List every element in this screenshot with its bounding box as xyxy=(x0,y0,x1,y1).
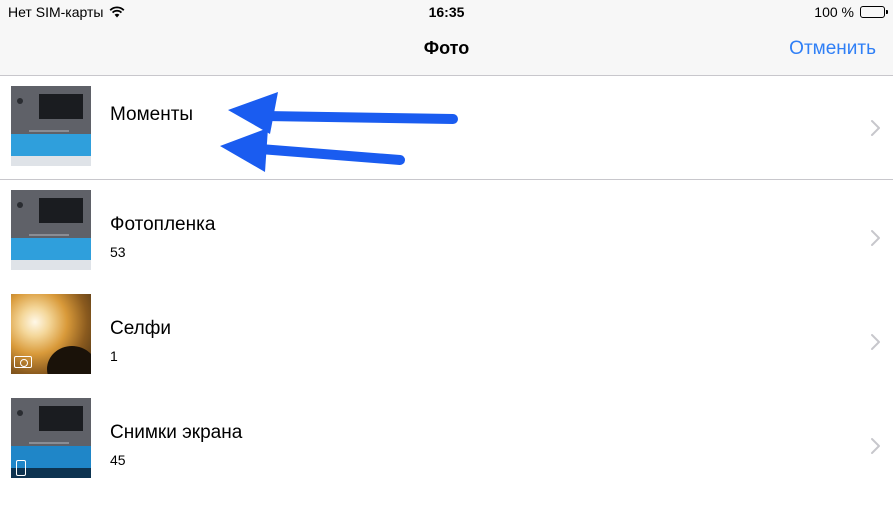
album-title: Моменты xyxy=(110,104,194,125)
album-title: Селфи xyxy=(110,318,171,339)
cancel-button[interactable]: Отменить xyxy=(789,38,876,60)
album-thumbnail xyxy=(11,86,91,166)
chevron-right-icon xyxy=(871,120,880,136)
album-list: Моменты Фотопленка 53 Селфи 1 Снимки экр… xyxy=(0,76,893,492)
battery-percent: 100 % xyxy=(814,4,854,20)
album-count: 1 xyxy=(110,348,118,364)
phone-icon xyxy=(16,460,26,476)
album-thumbnail xyxy=(11,398,91,478)
chevron-right-icon xyxy=(871,334,880,350)
album-title: Снимки экрана xyxy=(110,422,243,443)
album-count: 53 xyxy=(110,244,126,260)
status-bar: Нет SIM-карты 16:35 100 % xyxy=(0,0,893,26)
album-title: Фотопленка xyxy=(110,214,216,235)
status-time: 16:35 xyxy=(428,4,465,20)
battery-group: 100 % xyxy=(814,4,888,20)
page-title: Фото xyxy=(423,38,470,58)
album-thumbnail xyxy=(11,190,91,270)
album-row-moments[interactable]: Моменты xyxy=(0,76,893,180)
album-count: 45 xyxy=(110,452,126,468)
album-thumbnail xyxy=(11,294,91,374)
album-row-camera-roll[interactable]: Фотопленка 53 xyxy=(0,180,893,284)
chevron-right-icon xyxy=(871,230,880,246)
battery-icon xyxy=(860,6,888,18)
chevron-right-icon xyxy=(871,438,880,454)
album-row-screenshots[interactable]: Снимки экрана 45 xyxy=(0,388,893,492)
navigation-bar: Нет SIM-карты 16:35 100 % Фото Отменить xyxy=(0,0,893,76)
album-row-selfies[interactable]: Селфи 1 xyxy=(0,284,893,388)
camera-icon xyxy=(14,356,32,368)
